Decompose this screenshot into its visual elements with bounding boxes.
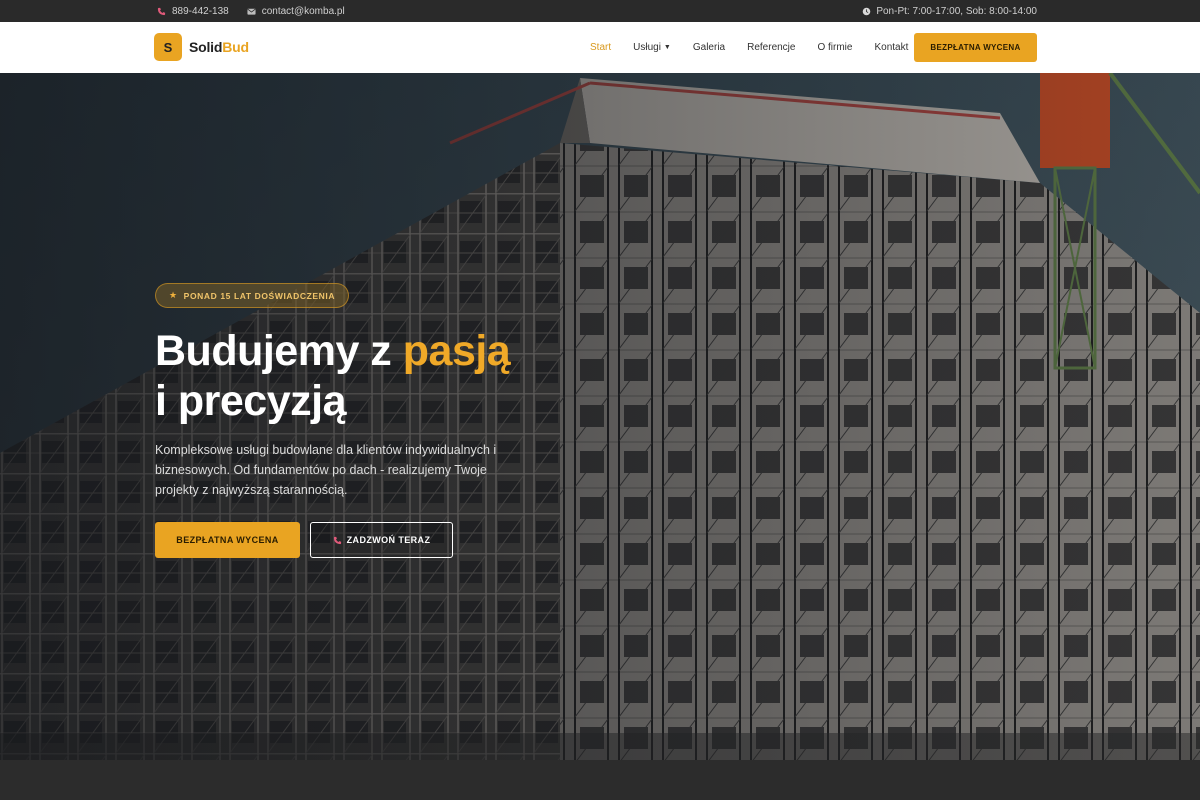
hero-title: Budujemy z pasją i precyzją (155, 327, 511, 425)
hero-section: ★ PONAD 15 LAT DOŚWIADCZENIA Budujemy z … (0, 73, 1200, 760)
main-nav: Start Usługi ▼ Galeria Referencje O firmi… (590, 22, 930, 73)
topbar-email[interactable]: contact@komba.pl (247, 6, 345, 17)
nav-item-start[interactable]: Start (590, 42, 611, 53)
nav-item-uslugi[interactable]: Usługi ▼ (633, 42, 671, 53)
hero-content: ★ PONAD 15 LAT DOŚWIADCZENIA Budujemy z … (155, 283, 575, 558)
topbar-phone-text: 889-442-138 (172, 5, 229, 17)
topbar-hours: Pon-Pt: 7:00-17:00, Sob: 8:00-14:00 (876, 5, 1037, 17)
topbar-email-text: contact@komba.pl (261, 5, 345, 17)
nav-item-o-firmie[interactable]: O firmie (817, 42, 852, 53)
experience-badge: ★ PONAD 15 LAT DOŚWIADCZENIA (155, 283, 350, 308)
caret-down-icon: ▼ (663, 44, 671, 51)
logo-text: SolidBud (189, 39, 249, 55)
hero-buttons: BEZPŁATNA WYCENA ZADZWOŃ TERAZ (155, 522, 575, 558)
call-now-button[interactable]: ZADZWOŃ TERAZ (310, 522, 453, 558)
logo[interactable]: S SolidBud (154, 33, 249, 61)
star-icon: ★ (169, 290, 178, 300)
phone-icon (333, 536, 342, 545)
site-header: S SolidBud Start Usługi ▼ Galeria Referen… (0, 22, 1200, 73)
logo-badge: S (154, 33, 182, 61)
hero-quote-button[interactable]: BEZPŁATNA WYCENA (155, 522, 300, 558)
experience-badge-text: PONAD 15 LAT DOŚWIADCZENIA (183, 290, 336, 301)
nav-item-kontakt[interactable]: Kontakt (874, 42, 908, 53)
phone-icon (157, 7, 166, 16)
email-icon (247, 7, 256, 16)
topbar-phone[interactable]: 889-442-138 (157, 6, 229, 17)
hero-description: Kompleksowe usługi budowlane dla klientó… (155, 443, 497, 497)
header-quote-button[interactable]: BEZPŁATNA WYCENA (914, 33, 1037, 62)
clock-icon (862, 7, 871, 16)
nav-item-galeria[interactable]: Galeria (693, 42, 725, 53)
next-section-strip (0, 760, 1200, 800)
top-bar: 889-442-138 contact@komba.pl Pon-Pt: 7:0… (0, 0, 1200, 22)
nav-item-referencje[interactable]: Referencje (747, 42, 795, 53)
